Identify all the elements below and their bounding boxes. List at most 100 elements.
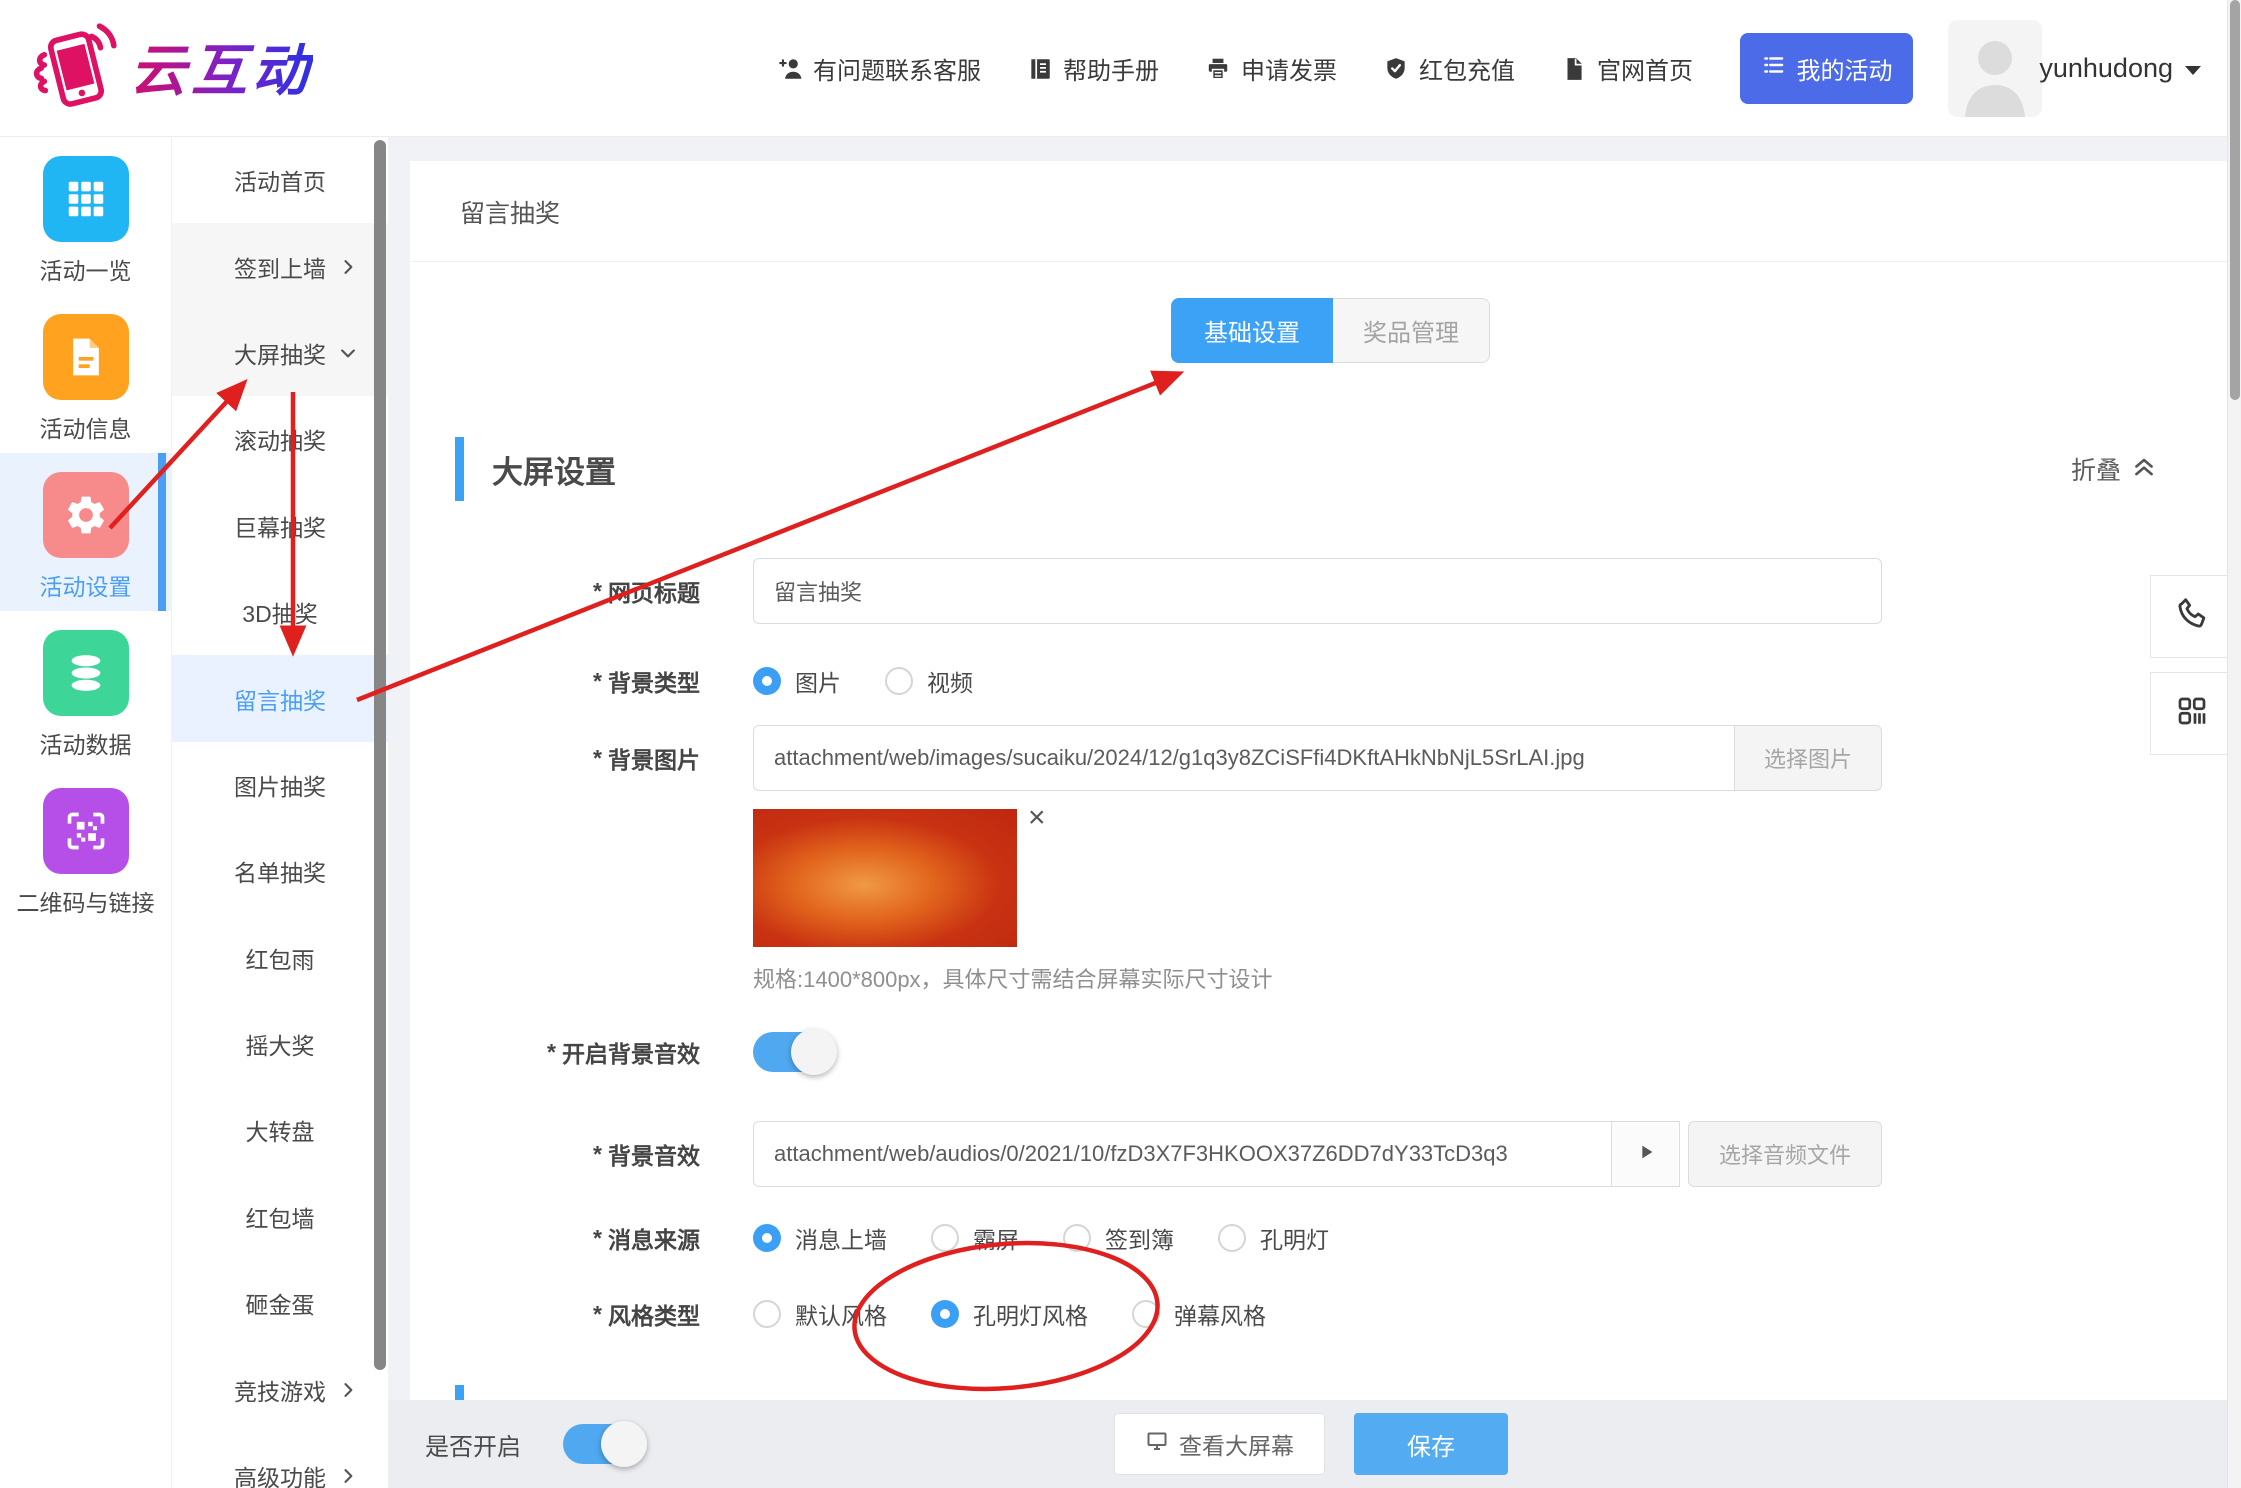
toggle-knob	[601, 1421, 647, 1467]
bg-image-path-input[interactable]	[753, 725, 1735, 791]
menu-item[interactable]: 名单抽奖	[172, 828, 388, 914]
menu-item-label: 大屏抽奖	[234, 336, 326, 370]
collapse-button[interactable]: 折叠	[2071, 437, 2157, 501]
shield-check-icon	[1383, 56, 1409, 82]
menu-item[interactable]: 摇大奖	[172, 1001, 388, 1087]
radio-option[interactable]: 弹幕风格	[1132, 1297, 1266, 1331]
nav-item[interactable]: 官网首页	[1561, 51, 1693, 86]
menu-scrollbar[interactable]	[374, 140, 386, 1370]
my-activities-button[interactable]: 我的活动	[1740, 33, 1913, 104]
brand-logo[interactable]: 云互动	[30, 18, 313, 115]
view-big-screen-button[interactable]: 查看大屏幕	[1114, 1413, 1325, 1475]
radio-checked[interactable]	[753, 667, 781, 695]
radio-unchecked[interactable]	[1218, 1224, 1246, 1252]
menu-item-label: 竞技游戏	[234, 1373, 326, 1407]
radio-option[interactable]: 视频	[885, 664, 973, 698]
radio-option[interactable]: 霸屏	[931, 1221, 1019, 1255]
sidebar-item[interactable]: 活动设置	[0, 453, 171, 611]
nav-item-label: 申请发票	[1241, 51, 1337, 86]
menu-item-label: 砸金蛋	[246, 1286, 315, 1320]
radio-checked[interactable]	[753, 1224, 781, 1252]
chevron-down-icon	[2185, 66, 2201, 75]
page-scrollbar-thumb[interactable]	[2230, 0, 2240, 400]
avatar[interactable]	[1948, 20, 2042, 117]
bg-image-preview[interactable]	[753, 809, 1017, 947]
radio-unchecked[interactable]	[753, 1300, 781, 1328]
sidebar-item-label: 二维码与链接	[0, 884, 171, 918]
tab-inactive[interactable]: 奖品管理	[1333, 298, 1490, 363]
menu-item[interactable]: 红包雨	[172, 915, 388, 1001]
radio-unchecked[interactable]	[885, 667, 913, 695]
choose-audio-button[interactable]: 选择音频文件	[1688, 1121, 1882, 1187]
menu-item[interactable]: 图片抽奖	[172, 742, 388, 828]
menu-item[interactable]: 留言抽奖	[172, 655, 388, 741]
menu-item[interactable]: 3D抽奖	[172, 569, 388, 655]
nav-item[interactable]: 红包充值	[1383, 51, 1515, 86]
radio-option-label: 视频	[927, 664, 973, 698]
radio-option[interactable]: 默认风格	[753, 1297, 887, 1331]
tab-active[interactable]: 基础设置	[1171, 298, 1333, 363]
qr-apps-icon	[2174, 693, 2210, 734]
menu-item-label: 活动首页	[234, 163, 326, 197]
sidebar-item[interactable]: 活动信息	[0, 295, 171, 453]
enable-toggle[interactable]	[563, 1424, 643, 1464]
style-type-label: * 风格类型	[410, 1289, 700, 1339]
menu-item[interactable]: 高级功能	[172, 1433, 388, 1488]
radio-option[interactable]: 孔明灯	[1218, 1221, 1329, 1255]
radio-unchecked[interactable]	[931, 1224, 959, 1252]
menu-item[interactable]: 滚动抽奖	[172, 396, 388, 482]
menu-item[interactable]: 签到上墙	[172, 223, 388, 309]
radio-option[interactable]: 消息上墙	[753, 1221, 887, 1255]
bg-type-label: * 背景类型	[410, 650, 700, 712]
radio-option[interactable]: 孔明灯风格	[931, 1297, 1088, 1331]
radio-option[interactable]: 图片	[753, 664, 841, 698]
bottom-action-bar: 是否开启 查看大屏幕 保存	[388, 1400, 2241, 1488]
nav-item[interactable]: 帮助手册	[1027, 51, 1159, 86]
menu-item[interactable]: 巨幕抽奖	[172, 483, 388, 569]
menu-item[interactable]: 砸金蛋	[172, 1260, 388, 1346]
bg-image-row: * 背景图片 选择图片	[410, 725, 2227, 791]
chevron-double-up-icon	[2131, 453, 2157, 486]
contact-phone-button[interactable]	[2150, 575, 2233, 658]
nav-item[interactable]: 有问题联系客服	[777, 51, 981, 86]
radio-checked[interactable]	[931, 1300, 959, 1328]
web-title-label: * 网页标题	[410, 558, 700, 624]
menu-item-label: 高级功能	[234, 1459, 326, 1488]
menu-item[interactable]: 红包墙	[172, 1174, 388, 1260]
bg-sound-toggle[interactable]	[753, 1032, 833, 1072]
play-audio-button[interactable]	[1612, 1121, 1680, 1187]
phone-icon	[2173, 595, 2211, 638]
radio-unchecked[interactable]	[1132, 1300, 1160, 1328]
sidebar-item-label: 活动设置	[0, 568, 171, 602]
required-mark: *	[593, 668, 602, 695]
sidebar-item[interactable]: 二维码与链接	[0, 769, 171, 927]
web-title-input[interactable]	[753, 558, 1882, 624]
field-label: 开启背景音效	[562, 1035, 700, 1069]
menu-item[interactable]: 活动首页	[172, 137, 388, 223]
bg-type-row: * 背景类型 图片 视频	[410, 650, 2227, 712]
menu-item-label: 大转盘	[246, 1113, 315, 1147]
radio-unchecked[interactable]	[1063, 1224, 1091, 1252]
sidebar-item[interactable]: 活动一览	[0, 137, 171, 295]
menu-item[interactable]: 大屏抽奖	[172, 310, 388, 396]
chevron-right-icon	[338, 1380, 358, 1400]
collapse-label: 折叠	[2071, 451, 2121, 487]
remove-image-button[interactable]: ×	[1028, 803, 1046, 833]
my-activities-label: 我的活动	[1797, 51, 1893, 86]
user-menu[interactable]: yunhudong	[2039, 0, 2201, 137]
nav-item[interactable]: 申请发票	[1205, 51, 1337, 86]
radio-option[interactable]: 签到簿	[1063, 1221, 1174, 1255]
mini-nav-button[interactable]	[2150, 672, 2233, 755]
page-scrollbar[interactable]	[2227, 0, 2241, 1488]
sidebar-item[interactable]: 活动数据	[0, 611, 171, 769]
field-label: 消息来源	[608, 1221, 700, 1255]
menu-item[interactable]: 大转盘	[172, 1087, 388, 1173]
required-mark: *	[593, 745, 602, 772]
sidebar-active-indicator	[158, 453, 166, 611]
field-label: 背景图片	[608, 741, 700, 775]
menu-item[interactable]: 竞技游戏	[172, 1346, 388, 1432]
choose-image-button[interactable]: 选择图片	[1735, 725, 1882, 791]
save-button[interactable]: 保存	[1354, 1413, 1508, 1475]
nav-item-label: 官网首页	[1597, 51, 1693, 86]
bg-audio-path-input[interactable]	[753, 1121, 1612, 1187]
